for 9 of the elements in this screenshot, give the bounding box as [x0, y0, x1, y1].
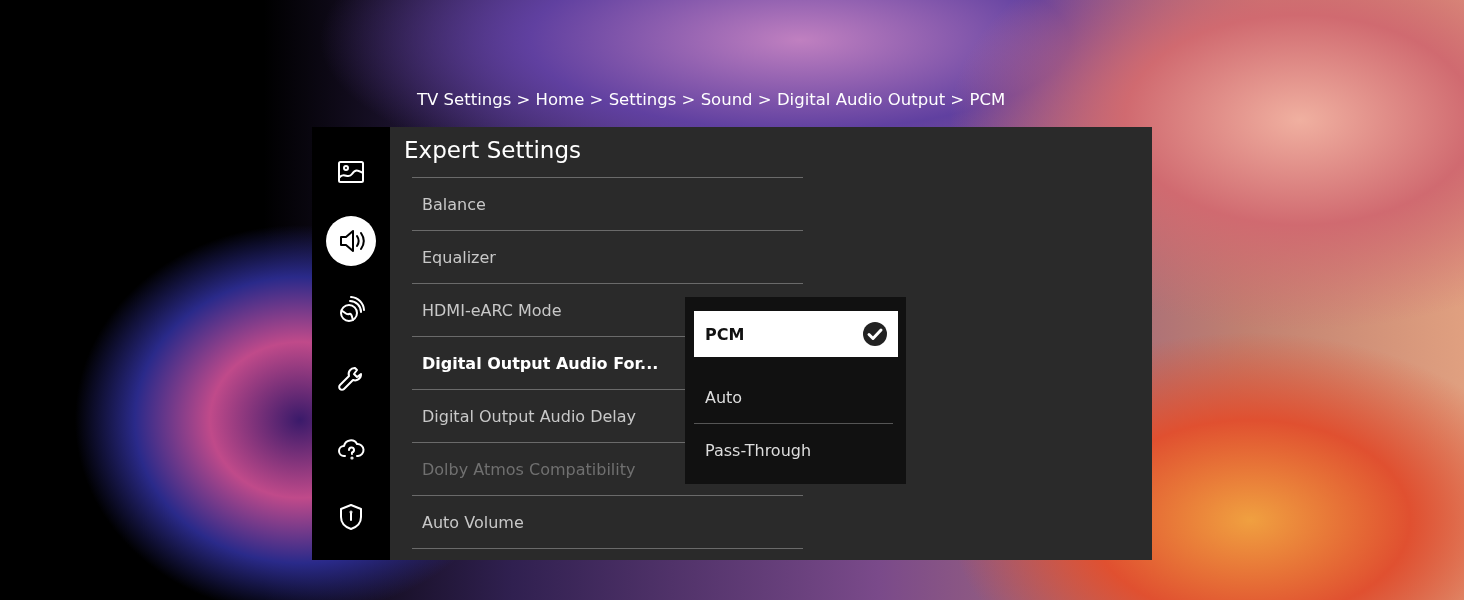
menu-item[interactable]: Equalizer: [412, 231, 803, 284]
check-icon: [862, 321, 888, 347]
menu-item[interactable]: Balance: [412, 178, 803, 231]
panel-title: Expert Settings: [404, 137, 582, 165]
menu-item[interactable]: Auto Volume: [412, 496, 803, 549]
dropdown-option[interactable]: Auto: [694, 371, 893, 424]
breadcrumb: TV Settings > Home > Settings > Sound > Digital Audio Output > PCM: [417, 90, 1007, 111]
dropdown-option[interactable]: PCM: [694, 311, 898, 357]
sidebar-item[interactable]: [326, 216, 376, 266]
